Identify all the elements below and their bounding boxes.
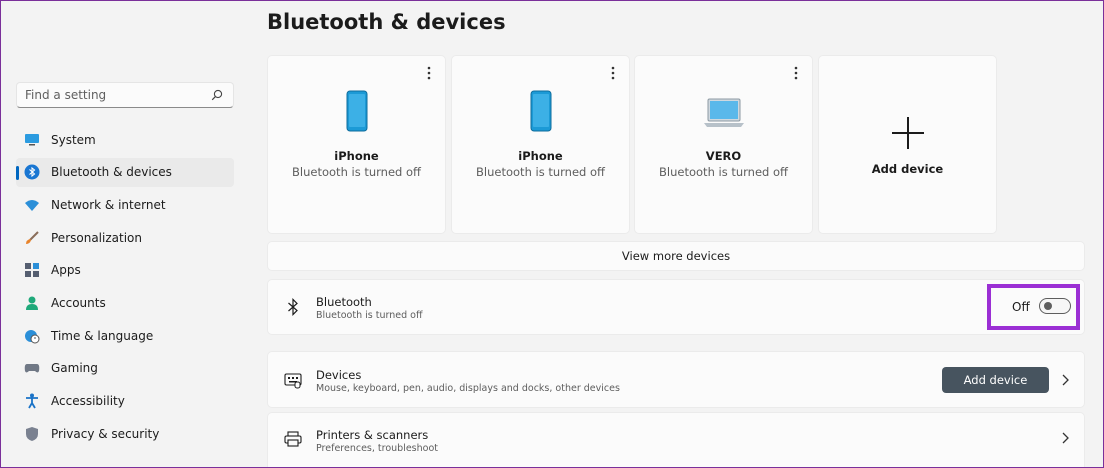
person-icon (24, 295, 40, 311)
sidebar-item-label: Bluetooth & devices (51, 165, 172, 180)
bluetooth-card: Bluetooth Bluetooth is turned off (267, 279, 1085, 335)
view-more-label: View more devices (621, 249, 731, 263)
search-box[interactable] (16, 82, 234, 108)
page-title: Bluetooth & devices (267, 10, 506, 34)
printers-card[interactable]: Printers & scanners Preferences, trouble… (267, 412, 1085, 468)
search-input[interactable] (25, 88, 205, 102)
sidebar-item-label: Time & language (51, 328, 154, 343)
devices-subtitle: Mouse, keyboard, pen, audio, displays an… (316, 383, 620, 394)
plus-icon (892, 117, 924, 149)
sidebar-item-apps[interactable]: Apps (16, 256, 234, 285)
bluetooth-toggle[interactable] (1039, 298, 1071, 314)
apps-icon (24, 262, 40, 278)
sidebar-item-accessibility[interactable]: Accessibility (16, 387, 234, 416)
add-device-button[interactable]: Add device (942, 367, 1049, 393)
device-tile[interactable]: VERO Bluetooth is turned off (634, 55, 813, 234)
globe-clock-icon (24, 328, 40, 344)
sidebar-item-accounts[interactable]: Accounts (16, 288, 234, 317)
active-indicator (16, 165, 19, 180)
more-options-icon[interactable] (611, 66, 615, 80)
search-icon[interactable] (211, 89, 223, 101)
monitor-icon (24, 132, 40, 148)
toggle-state-label: Off (1012, 300, 1030, 314)
sidebar-item-label: Privacy & security (51, 426, 160, 441)
printer-icon (284, 430, 302, 448)
devices-title: Devices (316, 368, 362, 382)
more-options-icon[interactable] (427, 66, 431, 80)
sidebar-item-gaming[interactable]: Gaming (16, 354, 234, 383)
sidebar-item-privacy-security[interactable]: Privacy & security (16, 419, 234, 448)
shield-icon (24, 426, 40, 442)
bluetooth-title: Bluetooth (316, 295, 372, 309)
sidebar-item-label: Accounts (51, 295, 106, 310)
device-name: VERO (705, 149, 742, 163)
printers-subtitle: Preferences, troubleshoot (316, 443, 439, 454)
accessibility-icon (24, 393, 40, 409)
device-tile[interactable]: iPhone Bluetooth is turned off (267, 55, 446, 234)
printers-title: Printers & scanners (316, 428, 429, 442)
sidebar-item-label: System (51, 132, 96, 147)
sidebar-item-personalization[interactable]: Personalization (16, 223, 234, 252)
device-status: Bluetooth is turned off (476, 165, 605, 179)
chevron-right-icon[interactable] (1061, 432, 1069, 444)
device-name: iPhone (334, 149, 379, 163)
laptop-icon (635, 90, 812, 132)
sidebar-item-label: Apps (51, 263, 81, 278)
bluetooth-icon (24, 164, 40, 180)
sidebar-item-time-language[interactable]: Time & language (16, 321, 234, 350)
nav-list: System Bluetooth & devices Network & int… (16, 125, 234, 452)
device-name: iPhone (518, 149, 563, 163)
add-device-tile[interactable]: Add device (818, 55, 997, 234)
device-tile[interactable]: iPhone Bluetooth is turned off (451, 55, 630, 234)
sidebar-item-system[interactable]: System (16, 125, 234, 154)
more-options-icon[interactable] (794, 66, 798, 80)
bluetooth-subtitle: Bluetooth is turned off (316, 310, 423, 321)
chevron-right-icon[interactable] (1061, 374, 1069, 386)
sidebar: System Bluetooth & devices Network & int… (0, 0, 250, 468)
phone-icon (452, 90, 629, 132)
device-status: Bluetooth is turned off (292, 165, 421, 179)
sidebar-item-network[interactable]: Network & internet (16, 190, 234, 219)
brush-icon (24, 230, 40, 246)
add-device-label: Add device (871, 162, 944, 176)
sidebar-item-label: Gaming (51, 361, 98, 376)
sidebar-item-label: Accessibility (51, 394, 125, 408)
sidebar-item-label: Personalization (51, 230, 142, 245)
device-status: Bluetooth is turned off (659, 165, 788, 179)
view-more-devices-button[interactable]: View more devices (267, 241, 1085, 271)
phone-icon (268, 90, 445, 132)
wifi-icon (24, 197, 40, 213)
bluetooth-icon (284, 298, 302, 316)
controller-icon (24, 360, 40, 376)
sidebar-item-label: Network & internet (51, 197, 166, 212)
bluetooth-toggle-highlight: Off (987, 284, 1080, 330)
keyboard-mouse-icon (284, 372, 302, 390)
sidebar-item-bluetooth[interactable]: Bluetooth & devices (16, 157, 234, 187)
toggle-knob (1044, 302, 1052, 310)
